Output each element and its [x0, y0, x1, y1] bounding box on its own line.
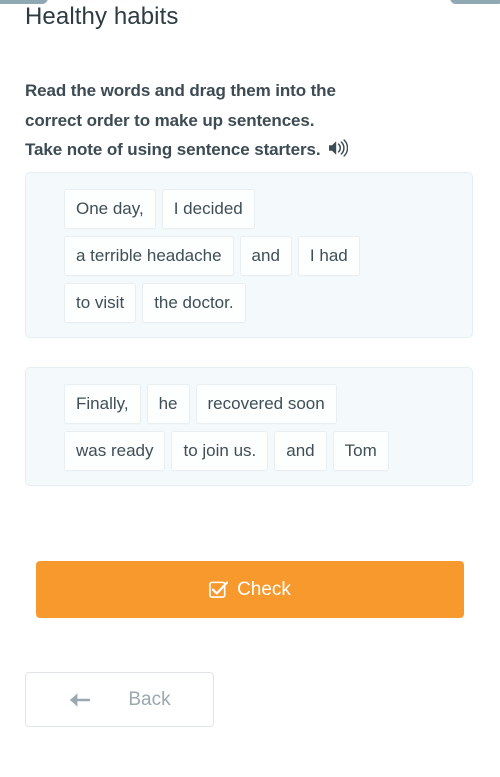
back-button[interactable]: Back [25, 672, 214, 727]
top-bar-right-decoration [450, 0, 500, 4]
chip-row: was ready to join us. and Tom [64, 431, 460, 471]
check-button-label: Check [237, 578, 291, 600]
page-title: Healthy habits [25, 3, 179, 30]
chip-row: Finally, he recovered soon [64, 384, 460, 424]
word-chip[interactable]: One day, [64, 189, 156, 229]
word-chip[interactable]: Finally, [64, 384, 141, 424]
arrow-left-icon [68, 691, 91, 709]
word-chip[interactable]: to join us. [171, 431, 269, 471]
word-group-2[interactable]: Finally, he recovered soon was ready to join… [25, 367, 473, 486]
chip-row: One day, I decided [64, 189, 460, 229]
word-chip[interactable]: a terrible headache [64, 236, 234, 276]
word-chip[interactable]: he [146, 384, 190, 424]
word-chip[interactable]: recovered soon [195, 384, 337, 424]
word-chip[interactable]: I decided [161, 189, 255, 229]
instruction-text: Read the words and drag them into the co… [25, 76, 475, 165]
word-chip[interactable]: and [274, 431, 327, 471]
word-chip[interactable]: to visit [64, 283, 137, 323]
checkbox-check-icon [209, 580, 229, 599]
instruction-line-3: Take note of using sentence starters. [25, 140, 321, 159]
instruction-line-2: correct order to make up sentences. [25, 110, 315, 130]
speaker-icon[interactable] [328, 139, 349, 157]
chip-row: a terrible headache and I had [64, 236, 460, 276]
word-chip[interactable]: was ready [64, 431, 166, 471]
check-button[interactable]: Check [36, 561, 464, 618]
word-chip[interactable]: I had [297, 236, 360, 276]
word-chip[interactable]: the doctor. [142, 283, 246, 323]
word-chip[interactable]: Tom [332, 431, 389, 471]
word-group-1[interactable]: One day, I decided a terrible headache and I… [25, 172, 473, 338]
back-button-label: Back [128, 688, 171, 710]
word-chip[interactable]: and [239, 236, 292, 276]
chip-row: to visit the doctor. [64, 283, 460, 323]
instruction-line-1: Read the words and drag them into the [25, 81, 336, 100]
